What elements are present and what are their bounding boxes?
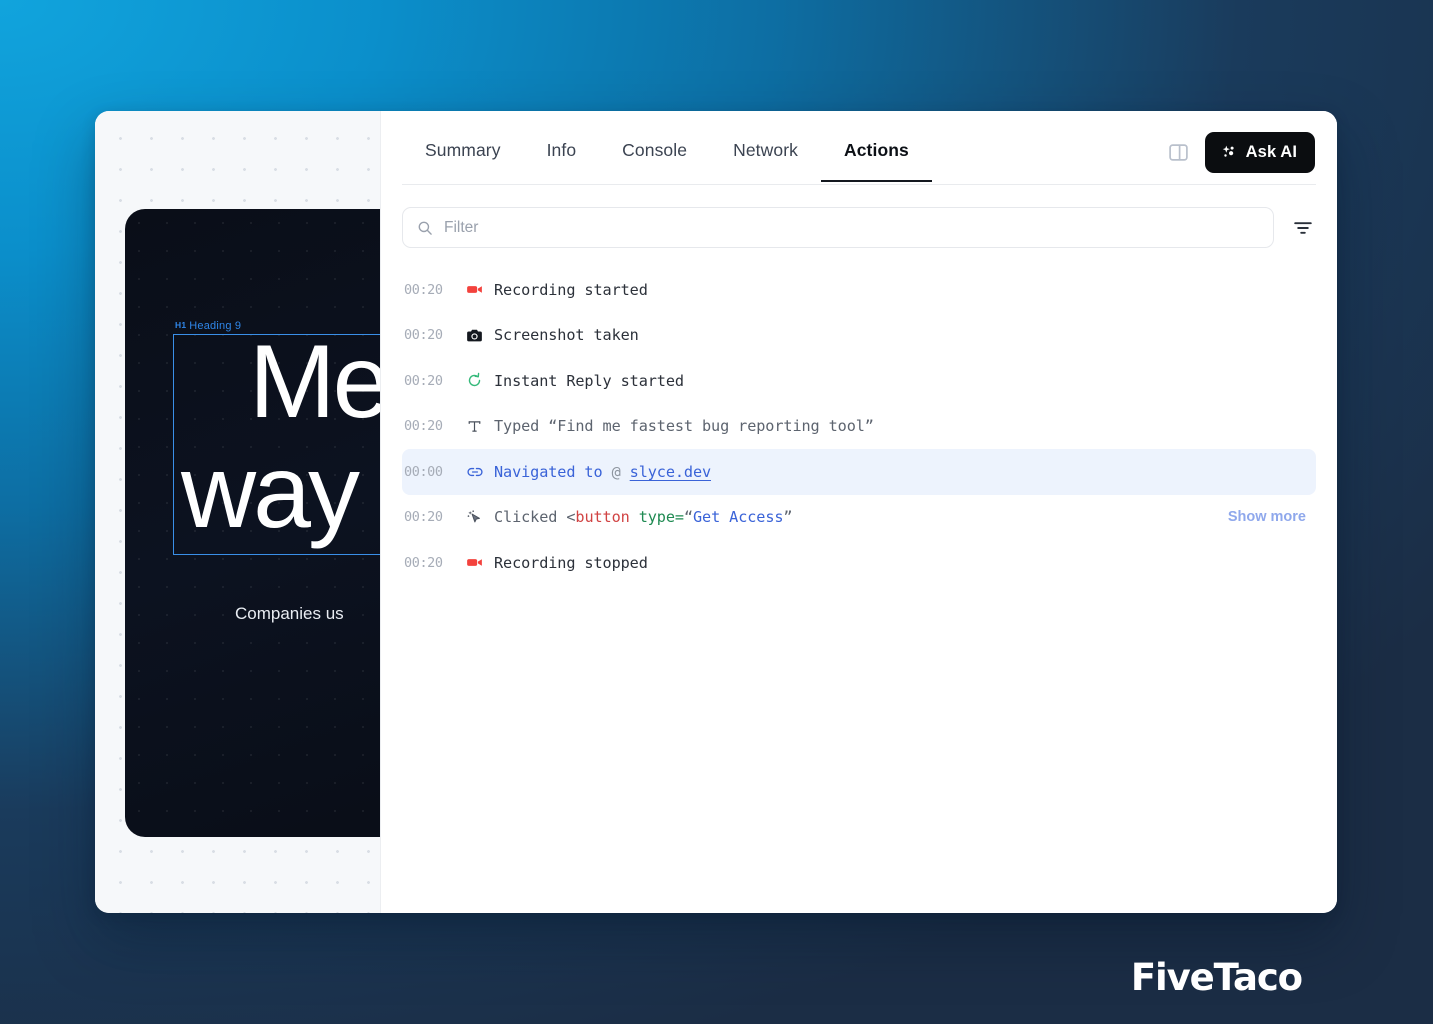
action-timestamp: 00:20 [404, 554, 443, 571]
navigated-url-link[interactable]: slyce.dev [630, 463, 711, 481]
tab-summary[interactable]: Summary [402, 140, 524, 182]
clicked-attr-value: Get Access [692, 508, 784, 527]
tab-actions[interactable]: Actions [820, 140, 932, 183]
navigated-prefix: Navigated to [494, 462, 603, 481]
preview-hero-line-1: Me [249, 324, 381, 440]
ask-ai-label: Ask AI [1245, 142, 1297, 161]
action-timestamp: 00:20 [404, 327, 443, 344]
actions-list: 00:20 Recording started 00:20 Screenshot… [381, 248, 1337, 913]
action-text: Instant Reply started [494, 371, 684, 390]
action-text: Clicked <button type=“Get Access” [494, 508, 792, 526]
page-preview-card[interactable]: H1 Heading 9 Me way Companies us [125, 209, 381, 837]
action-row[interactable]: 00:20 Recording stopped [402, 540, 1316, 586]
ask-ai-button[interactable]: Ask AI [1204, 131, 1315, 173]
preview-pane: H1 Heading 9 Me way Companies us [95, 111, 381, 913]
action-timestamp: 00:20 [404, 509, 443, 526]
cursor-click-icon [464, 509, 494, 526]
search-icon [417, 220, 433, 236]
instant-reply-icon [464, 372, 494, 389]
tab-info[interactable]: Info [524, 140, 600, 182]
camera-icon [464, 327, 494, 344]
app-window: H1 Heading 9 Me way Companies us Summary … [95, 111, 1337, 913]
action-row-selected[interactable]: 00:00 Navigated to @ slyce.dev [402, 449, 1316, 495]
tab-bar: Summary Info Console Network Actions Ask… [381, 111, 1337, 185]
clicked-tag-name: button [575, 508, 630, 527]
panel-layout-icon[interactable] [1167, 140, 1191, 164]
action-row[interactable]: 00:20 Instant Reply started [402, 358, 1316, 404]
action-timestamp: 00:00 [404, 463, 443, 480]
action-row[interactable]: 00:20 Clicked <button type=“Get Access” … [402, 495, 1316, 541]
clicked-quote-open: “ [683, 508, 693, 527]
video-camera-icon [464, 554, 494, 571]
tab-network[interactable]: Network [710, 140, 821, 182]
video-camera-icon [464, 281, 494, 298]
action-text: Navigated to @ slyce.dev [494, 463, 711, 481]
funnel-filter-icon[interactable] [1290, 215, 1316, 241]
filter-row [381, 185, 1337, 248]
action-row[interactable]: 00:20 Screenshot taken [402, 313, 1316, 359]
navigated-at-symbol: @ [611, 462, 621, 481]
preview-hero-line-2: way [181, 434, 360, 550]
sparkles-icon [1220, 144, 1237, 161]
action-text: Typed “Find me fastest bug reporting too… [494, 417, 874, 436]
link-icon [464, 463, 494, 481]
preview-sub-text: Companies us [235, 604, 344, 623]
clicked-attr-name: type= [629, 508, 684, 527]
tab-console[interactable]: Console [599, 140, 710, 182]
inspector-pane: Summary Info Console Network Actions Ask… [381, 111, 1337, 913]
clicked-quote-close: ” [783, 508, 793, 527]
preview-hero-text: Me way [181, 324, 381, 550]
action-text: Recording started [494, 280, 648, 299]
filter-input[interactable] [444, 218, 1259, 237]
action-timestamp: 00:20 [404, 281, 443, 298]
tab-bar-actions: Ask AI [1167, 131, 1315, 191]
action-text: Screenshot taken [494, 326, 639, 345]
filter-input-wrap[interactable] [402, 207, 1274, 248]
action-timestamp: 00:20 [404, 418, 443, 435]
show-more-button[interactable]: Show more [1208, 509, 1306, 525]
action-row[interactable]: 00:20 Typed “Find me fastest bug reporti… [402, 404, 1316, 450]
type-text-icon [464, 418, 494, 435]
tab-list: Summary Info Console Network Actions [402, 140, 932, 183]
clicked-verb: Clicked < [494, 508, 576, 527]
fivetaco-watermark: FiveTaco [1130, 956, 1303, 999]
action-text: Recording stopped [494, 553, 648, 572]
action-timestamp: 00:20 [404, 372, 443, 389]
action-row[interactable]: 00:20 Recording started [402, 267, 1316, 313]
